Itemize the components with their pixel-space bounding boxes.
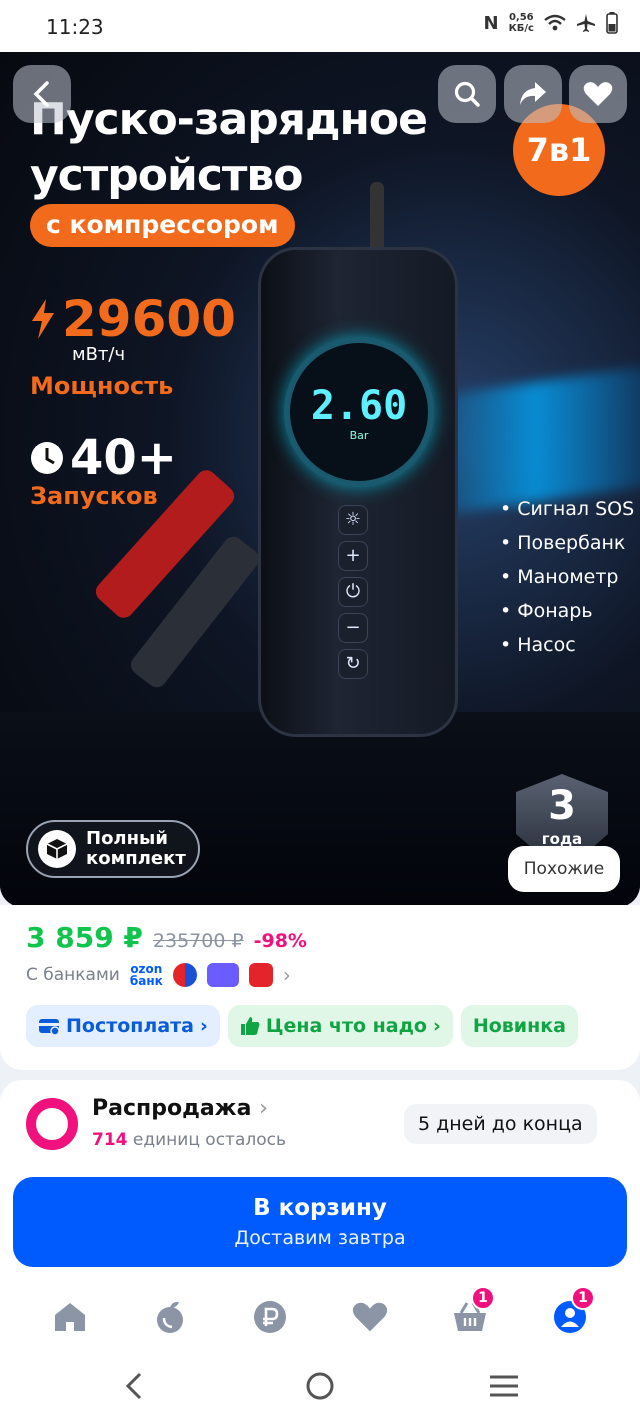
- nav-favorites[interactable]: [345, 1292, 395, 1342]
- chip-new[interactable]: Новинка: [460, 1005, 578, 1047]
- favorite-button[interactable]: [569, 65, 627, 123]
- cart-badge: 1: [471, 1286, 495, 1310]
- fruit-icon: [157, 1301, 183, 1333]
- status-icons: Ν 0,56 КБ/с: [484, 12, 618, 34]
- plus-icon: +: [338, 541, 368, 571]
- system-home-button[interactable]: [304, 1370, 336, 1406]
- system-back-button[interactable]: [122, 1370, 146, 1406]
- discount-percent: -98%: [253, 930, 307, 952]
- cart-area: В корзину Доставим завтра: [0, 1162, 640, 1282]
- chip-good-price[interactable]: Цена что надо ›: [227, 1005, 453, 1047]
- price-row: 3 859 ₽ 235700 ₽ -98%: [26, 921, 307, 954]
- ozon-bank-logo: ozon банк: [129, 962, 163, 988]
- feature-item: Повербанк: [500, 526, 634, 560]
- similar-button[interactable]: Похожие: [508, 846, 620, 892]
- home-icon: [55, 1303, 85, 1331]
- add-to-cart-label: В корзину: [253, 1195, 387, 1221]
- bank-logo-purple: [206, 963, 239, 987]
- nav-cart[interactable]: 1: [445, 1286, 495, 1342]
- ruble-icon: [254, 1301, 286, 1333]
- thumbs-up-icon: [240, 1017, 260, 1035]
- bottom-navigation: 1 1: [0, 1282, 640, 1352]
- add-to-cart-button[interactable]: В корзину Доставим завтра: [13, 1177, 627, 1267]
- old-price: 235700 ₽: [152, 930, 244, 952]
- minus-icon: −: [338, 613, 368, 643]
- lightning-icon: [32, 299, 54, 339]
- light-icon: ☼: [338, 505, 368, 535]
- feature-item: Насос: [500, 628, 634, 662]
- airplane-mode-icon: [577, 14, 595, 32]
- compressor-pill: с компрессором: [30, 204, 295, 247]
- share-button[interactable]: [504, 65, 562, 123]
- full-set-badge: Полный комплект: [26, 820, 200, 878]
- banks-label: С банками: [26, 965, 120, 985]
- starts-value: 40+: [30, 430, 177, 486]
- capacity-caption: Мощность: [30, 372, 174, 400]
- feature-item: Манометр: [500, 560, 634, 594]
- system-recents-button[interactable]: [488, 1370, 520, 1406]
- nav-fresh[interactable]: [145, 1292, 195, 1342]
- system-navigation: [0, 1352, 640, 1423]
- power-icon: ⏻: [338, 577, 368, 607]
- circle-home-icon: [306, 1372, 334, 1400]
- device-display-value: 2.60: [310, 382, 408, 429]
- heart-icon: [352, 1302, 388, 1332]
- device-buttons: ☼ + ⏻ − ↻: [338, 505, 370, 679]
- network-speed: 0,56 КБ/с: [508, 12, 534, 34]
- capacity-unit: мВт/ч: [72, 344, 126, 365]
- nav-profile[interactable]: 1: [545, 1286, 595, 1342]
- product-chips: Постоплата › Цена что надо › Новинка: [26, 1005, 578, 1047]
- delivery-label: Доставим завтра: [234, 1227, 406, 1249]
- chevron-left-icon: [33, 81, 49, 107]
- device-display-unit: Bar: [349, 428, 369, 442]
- back-button[interactable]: [13, 65, 71, 123]
- status-time: 11:23: [46, 15, 104, 39]
- feature-list: Сигнал SOS Повербанк Манометр Фонарь Нас…: [500, 492, 634, 662]
- sale-title[interactable]: Распродажа ›: [92, 1096, 268, 1121]
- nfc-icon: Ν: [483, 12, 499, 34]
- wifi-icon: [544, 14, 566, 31]
- clock-icon: [31, 442, 63, 474]
- search-icon: [454, 81, 480, 107]
- chevron-right-icon: ›: [199, 1015, 208, 1037]
- heart-icon: [583, 82, 613, 106]
- chip-postpay[interactable]: Постоплата ›: [26, 1005, 220, 1047]
- feature-item: Сигнал SOS: [500, 492, 634, 526]
- current-price: 3 859 ₽: [26, 921, 143, 954]
- bank-logo-red-blue: [172, 963, 197, 987]
- sale-count: 714: [92, 1130, 128, 1150]
- profile-badge: 1: [571, 1286, 595, 1310]
- bank-offers[interactable]: С банками ozon банк ›: [26, 963, 291, 987]
- hero-title: Пуско-зарядное устройство: [30, 94, 428, 201]
- nav-finance[interactable]: [245, 1292, 295, 1342]
- sale-logo-icon: [26, 1098, 78, 1150]
- chevron-left-icon: [125, 1372, 142, 1400]
- card-icon: [39, 1019, 60, 1035]
- status-bar: 11:23 Ν 0,56 КБ/с: [0, 0, 640, 52]
- chevron-right-icon: ›: [432, 1015, 441, 1037]
- chevron-right-icon: ›: [282, 963, 291, 987]
- share-icon: [520, 82, 546, 105]
- capacity-value: 29600: [30, 290, 236, 348]
- starts-caption: Запусков: [30, 482, 158, 510]
- sale-card[interactable]: Распродажа › 714 единиц осталось 5 дней …: [0, 1080, 640, 1168]
- sale-days-left: 5 дней до конца: [404, 1104, 597, 1144]
- product-image[interactable]: 2.60 Bar ☼ + ⏻ − ↻ Пуско-зарядное устрой…: [0, 52, 640, 907]
- jump-starter-device: 2.60 Bar ☼ + ⏻ − ↻: [258, 247, 458, 737]
- sale-remaining: 714 единиц осталось: [92, 1130, 287, 1150]
- menu-icon: [490, 1375, 518, 1397]
- cycle-icon: ↻: [338, 649, 368, 679]
- bank-logo-red: [248, 963, 273, 987]
- battery-icon: [606, 12, 618, 34]
- feature-item: Фонарь: [500, 594, 634, 628]
- device-display: 2.60 Bar: [284, 337, 434, 487]
- box-icon: [38, 830, 76, 868]
- nav-home[interactable]: [45, 1292, 95, 1342]
- search-button[interactable]: [438, 65, 496, 123]
- chevron-right-icon: ›: [259, 1096, 268, 1121]
- product-info-card: 3 859 ₽ 235700 ₽ -98% С банками ozon бан…: [0, 905, 640, 1070]
